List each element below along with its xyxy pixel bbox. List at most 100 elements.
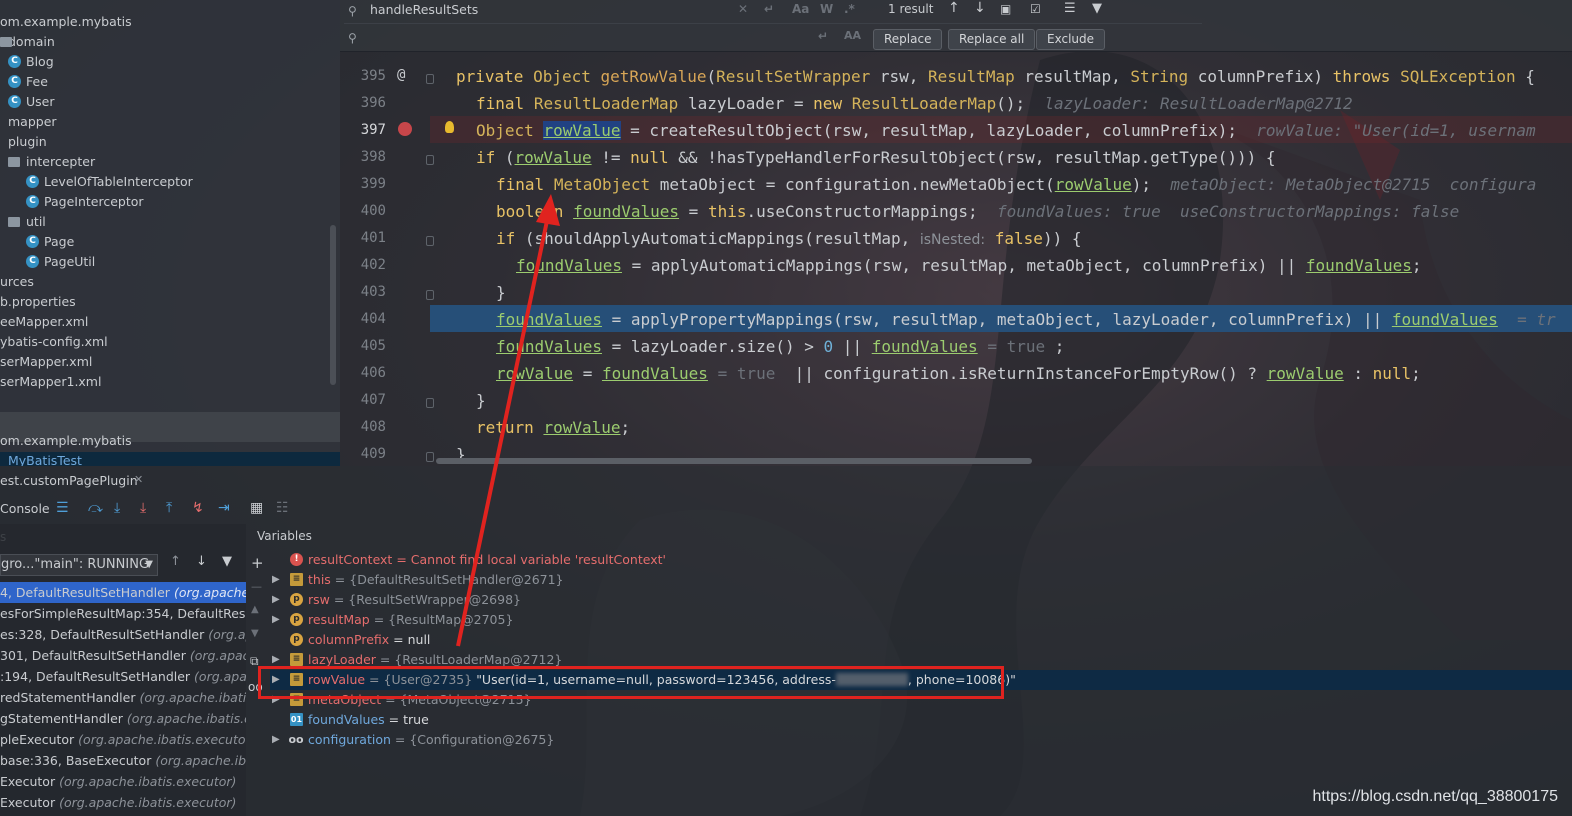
tree-item-mybatistest[interactable]: MyBatisTest bbox=[0, 451, 82, 466]
fold-icon[interactable] bbox=[426, 74, 434, 84]
editor-horizontal-scrollbar[interactable] bbox=[436, 458, 1032, 464]
expand-arrow-icon[interactable]: ▶ bbox=[272, 610, 280, 630]
console-tab[interactable]: Console bbox=[0, 501, 50, 516]
line-number: 399 bbox=[360, 176, 386, 192]
match-case-toggle[interactable]: Aa bbox=[792, 2, 809, 16]
clear-icon[interactable]: ✕ bbox=[738, 2, 748, 16]
code-line-403: } bbox=[496, 283, 506, 302]
step-out-icon[interactable]: ⤒ bbox=[166, 500, 172, 516]
variable-row[interactable]: ! resultContext = Cannot find local vari… bbox=[270, 550, 1572, 570]
step-over-icon[interactable]: ⤓ bbox=[114, 500, 120, 516]
newline-icon[interactable]: ↵ bbox=[764, 2, 774, 16]
tree-item-domain[interactable]: domain bbox=[0, 32, 55, 52]
move-up-icon[interactable]: ▲ bbox=[251, 604, 259, 615]
variable-row[interactable]: ▶ ≡ this = {DefaultResultSetHandler@2671… bbox=[270, 570, 1572, 590]
tree-item-mybatis-config[interactable]: ybatis-config.xml bbox=[0, 332, 108, 352]
tree-scrollbar[interactable] bbox=[330, 225, 336, 385]
thread-selector[interactable]: gro..."main": RUNNING ▼ bbox=[0, 554, 158, 576]
next-occurrence-icon[interactable]: ↓ bbox=[974, 0, 986, 16]
filter-icon[interactable]: ▼ bbox=[222, 554, 232, 569]
filter-options-icon[interactable]: ☑ bbox=[1030, 2, 1041, 16]
fold-icon[interactable] bbox=[426, 236, 434, 246]
frame-row[interactable]: esForSimpleResultMap:354, DefaultResultS bbox=[0, 603, 246, 624]
regex-toggle[interactable]: .* bbox=[844, 2, 855, 16]
expand-arrow-icon[interactable]: ▶ bbox=[272, 730, 280, 750]
run-to-cursor-icon[interactable]: ⇥ bbox=[218, 500, 230, 516]
multiline-icon[interactable]: ☰ bbox=[1064, 1, 1076, 16]
variable-row[interactable]: ▶ p rsw = {ResultSetWrapper@2698} bbox=[270, 590, 1572, 610]
exclude-button[interactable]: Exclude bbox=[1036, 29, 1106, 50]
close-tab-icon[interactable]: ✕ bbox=[134, 473, 143, 486]
whole-word-toggle[interactable]: W bbox=[820, 2, 833, 16]
variable-row[interactable]: 01 foundValues = true bbox=[270, 710, 1572, 730]
frame-row[interactable]: Executor (org.apache.ibatis.executor) bbox=[0, 771, 246, 792]
variable-row[interactable]: ▶ p resultMap = {ResultMap@2705} bbox=[270, 610, 1572, 630]
fold-icon[interactable] bbox=[426, 290, 434, 300]
move-down-icon[interactable]: ▼ bbox=[251, 628, 259, 639]
tree-item-resources[interactable]: urces bbox=[0, 272, 34, 292]
tree-item-intercepter[interactable]: intercepter bbox=[8, 152, 95, 172]
lightbulb-icon[interactable] bbox=[445, 121, 454, 133]
tree-item-level-interceptor[interactable]: C LevelOfTableInterceptor bbox=[26, 172, 193, 192]
tree-item-package[interactable]: om.example.mybatis bbox=[0, 12, 132, 32]
frames-list-icon[interactable]: ☰ bbox=[56, 500, 69, 516]
tree-item-page-interceptor[interactable]: C PageInterceptor bbox=[26, 192, 144, 212]
param-icon: p bbox=[290, 633, 303, 646]
frame-row[interactable]: es:328, DefaultResultSetHandler (org.apa… bbox=[0, 624, 246, 645]
tree-item-fee-mapper-xml[interactable]: eeMapper.xml bbox=[0, 312, 88, 332]
variable-row[interactable]: ▶ oo configuration = {Configuration@2675… bbox=[270, 730, 1572, 750]
fold-icon[interactable] bbox=[426, 155, 434, 165]
line-number: 398 bbox=[360, 149, 386, 165]
remove-watch-icon[interactable]: — bbox=[251, 580, 262, 593]
tree-item-plugin[interactable]: plugin bbox=[8, 132, 47, 152]
line-number: 407 bbox=[360, 392, 386, 408]
tree-item-user-mapper1-xml[interactable]: serMapper1.xml bbox=[0, 372, 101, 392]
tree-item-pageutil[interactable]: C PageUtil bbox=[26, 252, 95, 272]
frame-row[interactable]: 301, DefaultResultSetHandler (org.apache bbox=[0, 645, 246, 666]
replace-button[interactable]: Replace bbox=[873, 29, 943, 50]
tree-item-user-mapper-xml[interactable]: serMapper.xml bbox=[0, 352, 92, 372]
frame-row[interactable]: redStatementHandler (org.apache.ibatis.e… bbox=[0, 687, 246, 708]
trace-icon[interactable]: ☷ bbox=[276, 500, 289, 516]
override-annotation-icon[interactable]: @ bbox=[397, 67, 405, 83]
frame-row[interactable]: base:336, BaseExecutor (org.apache.ibati… bbox=[0, 750, 246, 771]
frame-row[interactable]: gStatementHandler (org.apache.ibatis.exe bbox=[0, 708, 246, 729]
step-into-icon[interactable]: ⤓ bbox=[140, 500, 146, 516]
evaluate-icon[interactable]: ▦ bbox=[250, 500, 263, 516]
tree-item-util[interactable]: util bbox=[8, 212, 46, 232]
frame-row[interactable]: pleExecutor (org.apache.ibatis.executor) bbox=[0, 729, 246, 750]
previous-occurrence-icon[interactable]: ↑ bbox=[948, 0, 960, 16]
boolean-icon: 01 bbox=[290, 713, 303, 726]
down-arrow-icon[interactable]: ↓ bbox=[196, 554, 207, 569]
frame-row[interactable]: :194, DefaultResultSetHandler (org.apach bbox=[0, 666, 246, 687]
frame-row[interactable]: Executor (org.apache.ibatis.executor) bbox=[0, 792, 246, 813]
breakpoint-icon[interactable] bbox=[398, 122, 412, 136]
search-input[interactable]: handleResultSets bbox=[370, 2, 478, 17]
fold-icon[interactable] bbox=[426, 452, 434, 462]
fold-icon[interactable] bbox=[426, 398, 434, 408]
select-all-icon[interactable]: ▣ bbox=[1000, 2, 1011, 16]
preserve-case-toggle[interactable]: AA bbox=[844, 29, 861, 42]
show-execution-point-icon[interactable]: ⤼ bbox=[88, 500, 103, 516]
funnel-icon[interactable]: ▼ bbox=[1092, 1, 1102, 16]
expand-arrow-icon[interactable]: ▶ bbox=[272, 570, 280, 590]
replace-newline-icon[interactable]: ↵ bbox=[818, 29, 828, 43]
class-icon: C bbox=[26, 195, 39, 208]
code-line-408: return rowValue; bbox=[476, 418, 631, 437]
tree-item-user[interactable]: C User bbox=[8, 92, 55, 112]
tree-item-db-properties[interactable]: b.properties bbox=[0, 292, 76, 312]
add-watch-icon[interactable]: + bbox=[251, 554, 264, 572]
drop-frame-icon[interactable]: ↯ bbox=[192, 500, 204, 516]
variable-row[interactable]: p columnPrefix = null bbox=[270, 630, 1572, 650]
up-arrow-icon[interactable]: ↑ bbox=[170, 554, 181, 569]
frame-row-selected[interactable]: 4, DefaultResultSetHandler (org.apache.i… bbox=[0, 582, 246, 603]
tree-item-fee[interactable]: C Fee bbox=[8, 72, 48, 92]
tree-item-blog[interactable]: C Blog bbox=[8, 52, 54, 72]
replace-all-button[interactable]: Replace all bbox=[948, 29, 1036, 50]
tree-item-page[interactable]: C Page bbox=[26, 232, 74, 252]
expand-arrow-icon[interactable]: ▶ bbox=[272, 590, 280, 610]
tree-item-test-package[interactable]: om.example.mybatis bbox=[0, 431, 132, 451]
debug-session-tab[interactable]: est.customPagePlugin bbox=[0, 473, 138, 488]
tree-item-mapper[interactable]: mapper bbox=[8, 112, 57, 132]
code-editor[interactable]: 395 396 397 398 399 400 401 402 403 404 … bbox=[340, 52, 1572, 466]
